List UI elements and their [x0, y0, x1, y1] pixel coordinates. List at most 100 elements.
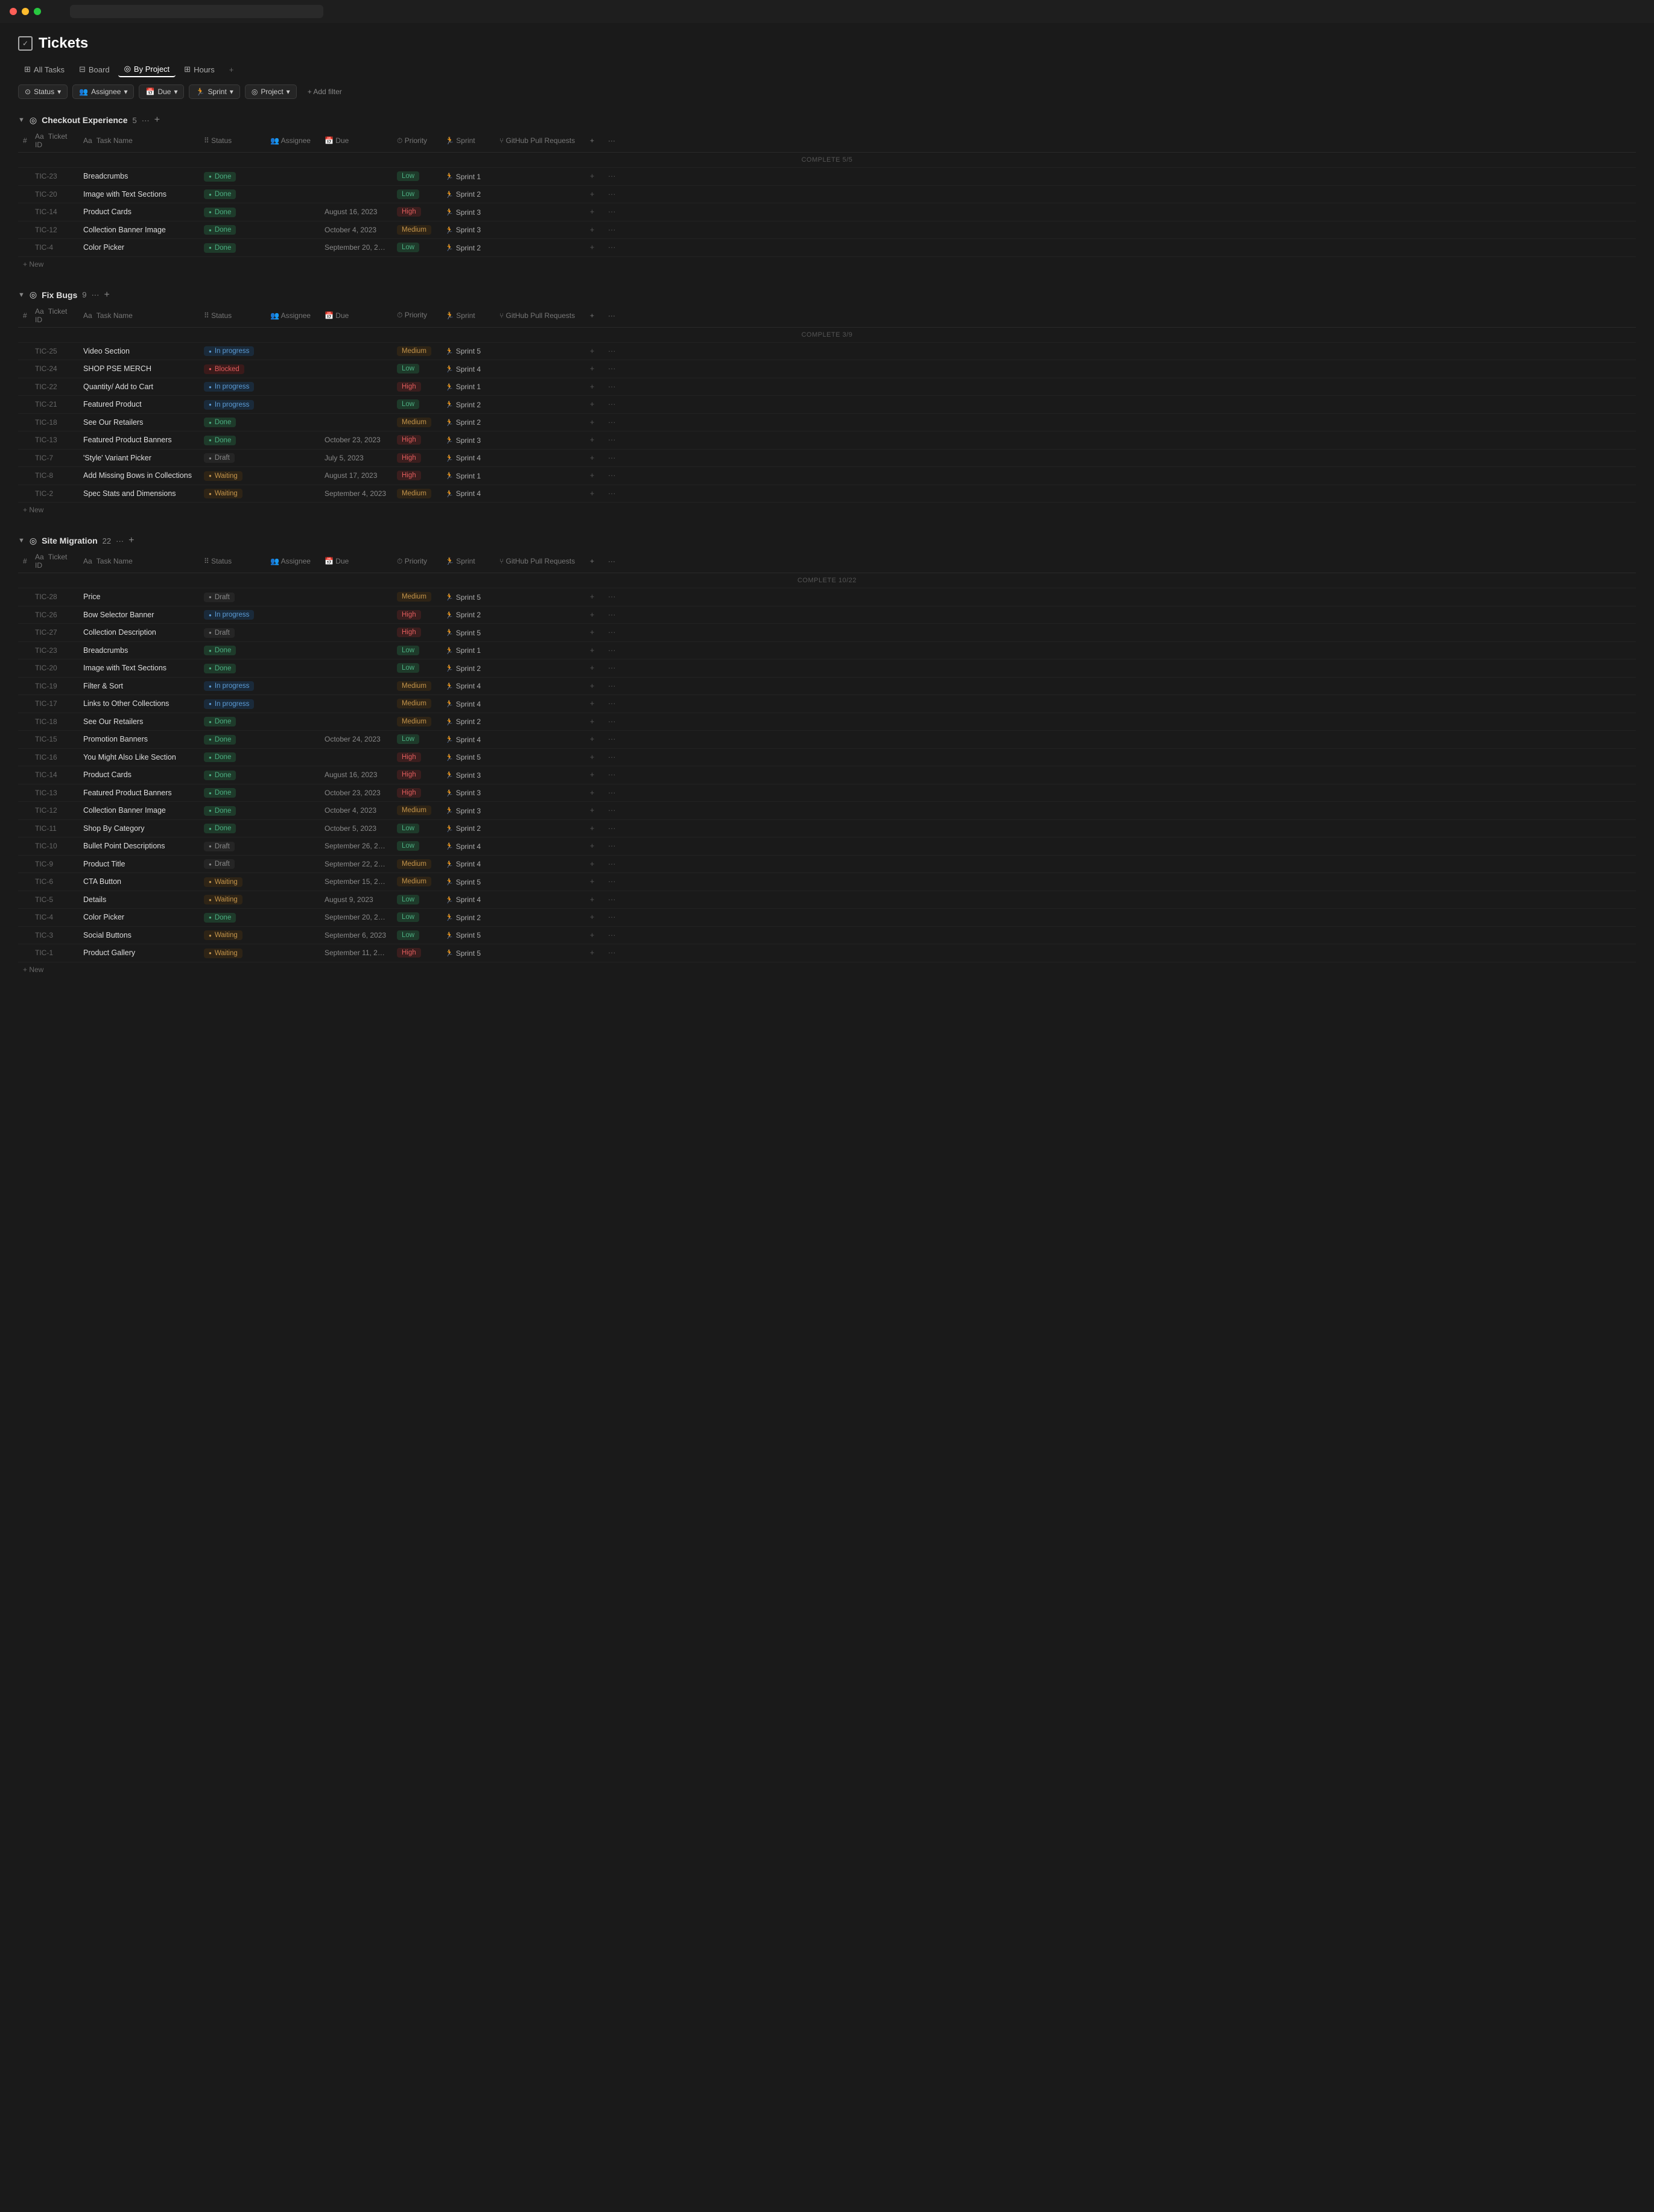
row-more[interactable]: ··· [603, 203, 1636, 221]
assignee-cell[interactable] [265, 926, 320, 944]
row-add[interactable]: + [585, 239, 603, 257]
task-name[interactable]: Spec Stats and Dimensions [78, 485, 199, 503]
table-row[interactable]: TIC-1 Product Gallery Waiting September … [18, 944, 1636, 962]
row-add[interactable]: + [585, 713, 603, 731]
task-name[interactable]: Breadcrumbs [78, 168, 199, 186]
task-name[interactable]: Featured Product [78, 396, 199, 414]
row-more[interactable]: ··· [603, 659, 1636, 678]
row-more[interactable]: ··· [603, 713, 1636, 731]
status-cell[interactable]: In progress [199, 695, 265, 713]
section-header-0[interactable]: ▼ ◎ Checkout Experience 5 ··· + [18, 111, 1636, 129]
section-toggle-0[interactable]: ▼ [18, 116, 25, 124]
row-more[interactable]: ··· [603, 449, 1636, 467]
row-more[interactable]: ··· [603, 168, 1636, 186]
task-name[interactable]: Color Picker [78, 239, 199, 257]
tab-hours[interactable]: ⊞ Hours [178, 62, 221, 77]
table-row[interactable]: TIC-16 You Might Also Like Section Done … [18, 748, 1636, 766]
task-name[interactable]: You Might Also Like Section [78, 748, 199, 766]
row-add[interactable]: + [585, 926, 603, 944]
row-add[interactable]: + [585, 413, 603, 431]
assignee-cell[interactable] [265, 873, 320, 891]
filter-sprint[interactable]: 🏃 Sprint ▾ [189, 84, 239, 99]
status-cell[interactable]: Done [199, 766, 265, 784]
row-add[interactable]: + [585, 606, 603, 624]
assignee-cell[interactable] [265, 606, 320, 624]
status-cell[interactable]: Draft [199, 837, 265, 856]
assignee-cell[interactable] [265, 713, 320, 731]
section-add-0[interactable]: + [154, 115, 160, 126]
table-row[interactable]: TIC-3 Social Buttons Waiting September 6… [18, 926, 1636, 944]
row-add[interactable]: + [585, 944, 603, 962]
section-add-2[interactable]: + [128, 535, 134, 546]
row-more[interactable]: ··· [603, 467, 1636, 485]
status-cell[interactable]: Done [199, 784, 265, 802]
assignee-cell[interactable] [265, 588, 320, 606]
row-more[interactable]: ··· [603, 360, 1636, 378]
task-name[interactable]: See Our Retailers [78, 413, 199, 431]
table-row[interactable]: TIC-17 Links to Other Collections In pro… [18, 695, 1636, 713]
row-add[interactable]: + [585, 766, 603, 784]
filter-assignee[interactable]: 👥 Assignee ▾ [72, 84, 134, 99]
row-add[interactable]: + [585, 802, 603, 820]
task-name[interactable]: Details [78, 891, 199, 909]
table-row[interactable]: TIC-25 Video Section In progress Medium … [18, 342, 1636, 360]
row-add[interactable]: + [585, 624, 603, 642]
dot-yellow[interactable] [22, 8, 29, 15]
row-more[interactable]: ··· [603, 588, 1636, 606]
assignee-cell[interactable] [265, 784, 320, 802]
row-more[interactable]: ··· [603, 606, 1636, 624]
row-add[interactable]: + [585, 855, 603, 873]
table-row[interactable]: TIC-21 Featured Product In progress Low … [18, 396, 1636, 414]
assignee-cell[interactable] [265, 168, 320, 186]
table-row[interactable]: TIC-27 Collection Description Draft High… [18, 624, 1636, 642]
task-name[interactable]: Bow Selector Banner [78, 606, 199, 624]
row-more[interactable]: ··· [603, 185, 1636, 203]
table-row[interactable]: TIC-9 Product Title Draft September 22, … [18, 855, 1636, 873]
table-row[interactable]: TIC-23 Breadcrumbs Done Low 🏃Sprint 1 + … [18, 641, 1636, 659]
add-row-btn-2[interactable]: + New [18, 962, 48, 977]
task-name[interactable]: Promotion Banners [78, 731, 199, 749]
task-name[interactable]: See Our Retailers [78, 713, 199, 731]
task-name[interactable]: Image with Text Sections [78, 185, 199, 203]
task-name[interactable]: Collection Banner Image [78, 802, 199, 820]
row-more[interactable]: ··· [603, 431, 1636, 450]
add-filter-button[interactable]: + Add filter [302, 85, 348, 98]
assignee-cell[interactable] [265, 185, 320, 203]
row-add[interactable]: + [585, 588, 603, 606]
table-row[interactable]: TIC-8 Add Missing Bows in Collections Wa… [18, 467, 1636, 485]
dot-red[interactable] [10, 8, 17, 15]
dot-green[interactable] [34, 8, 41, 15]
row-add[interactable]: + [585, 431, 603, 450]
row-add[interactable]: + [585, 891, 603, 909]
assignee-cell[interactable] [265, 413, 320, 431]
row-more[interactable]: ··· [603, 342, 1636, 360]
row-add[interactable]: + [585, 185, 603, 203]
row-more[interactable]: ··· [603, 677, 1636, 695]
table-row[interactable]: TIC-6 CTA Button Waiting September 15, 2… [18, 873, 1636, 891]
assignee-cell[interactable] [265, 239, 320, 257]
status-cell[interactable]: Done [199, 731, 265, 749]
row-more[interactable]: ··· [603, 239, 1636, 257]
table-row[interactable]: TIC-18 See Our Retailers Done Medium 🏃Sp… [18, 413, 1636, 431]
table-row[interactable]: TIC-5 Details Waiting August 9, 2023 Low… [18, 891, 1636, 909]
assignee-cell[interactable] [265, 766, 320, 784]
assignee-cell[interactable] [265, 641, 320, 659]
task-name[interactable]: SHOP PSE MERCH [78, 360, 199, 378]
assignee-cell[interactable] [265, 221, 320, 239]
row-add[interactable]: + [585, 467, 603, 485]
section-dots-2[interactable]: ··· [116, 536, 124, 545]
assignee-cell[interactable] [265, 748, 320, 766]
row-add[interactable]: + [585, 659, 603, 678]
assignee-cell[interactable] [265, 891, 320, 909]
task-name[interactable]: Product Title [78, 855, 199, 873]
table-row[interactable]: TIC-18 See Our Retailers Done Medium 🏃Sp… [18, 713, 1636, 731]
status-cell[interactable]: Done [199, 431, 265, 450]
assignee-cell[interactable] [265, 677, 320, 695]
table-row[interactable]: TIC-19 Filter & Sort In progress Medium … [18, 677, 1636, 695]
assignee-cell[interactable] [265, 855, 320, 873]
assignee-cell[interactable] [265, 378, 320, 396]
status-cell[interactable]: In progress [199, 606, 265, 624]
task-name[interactable]: Shop By Category [78, 819, 199, 837]
row-add[interactable]: + [585, 837, 603, 856]
task-name[interactable]: Collection Banner Image [78, 221, 199, 239]
